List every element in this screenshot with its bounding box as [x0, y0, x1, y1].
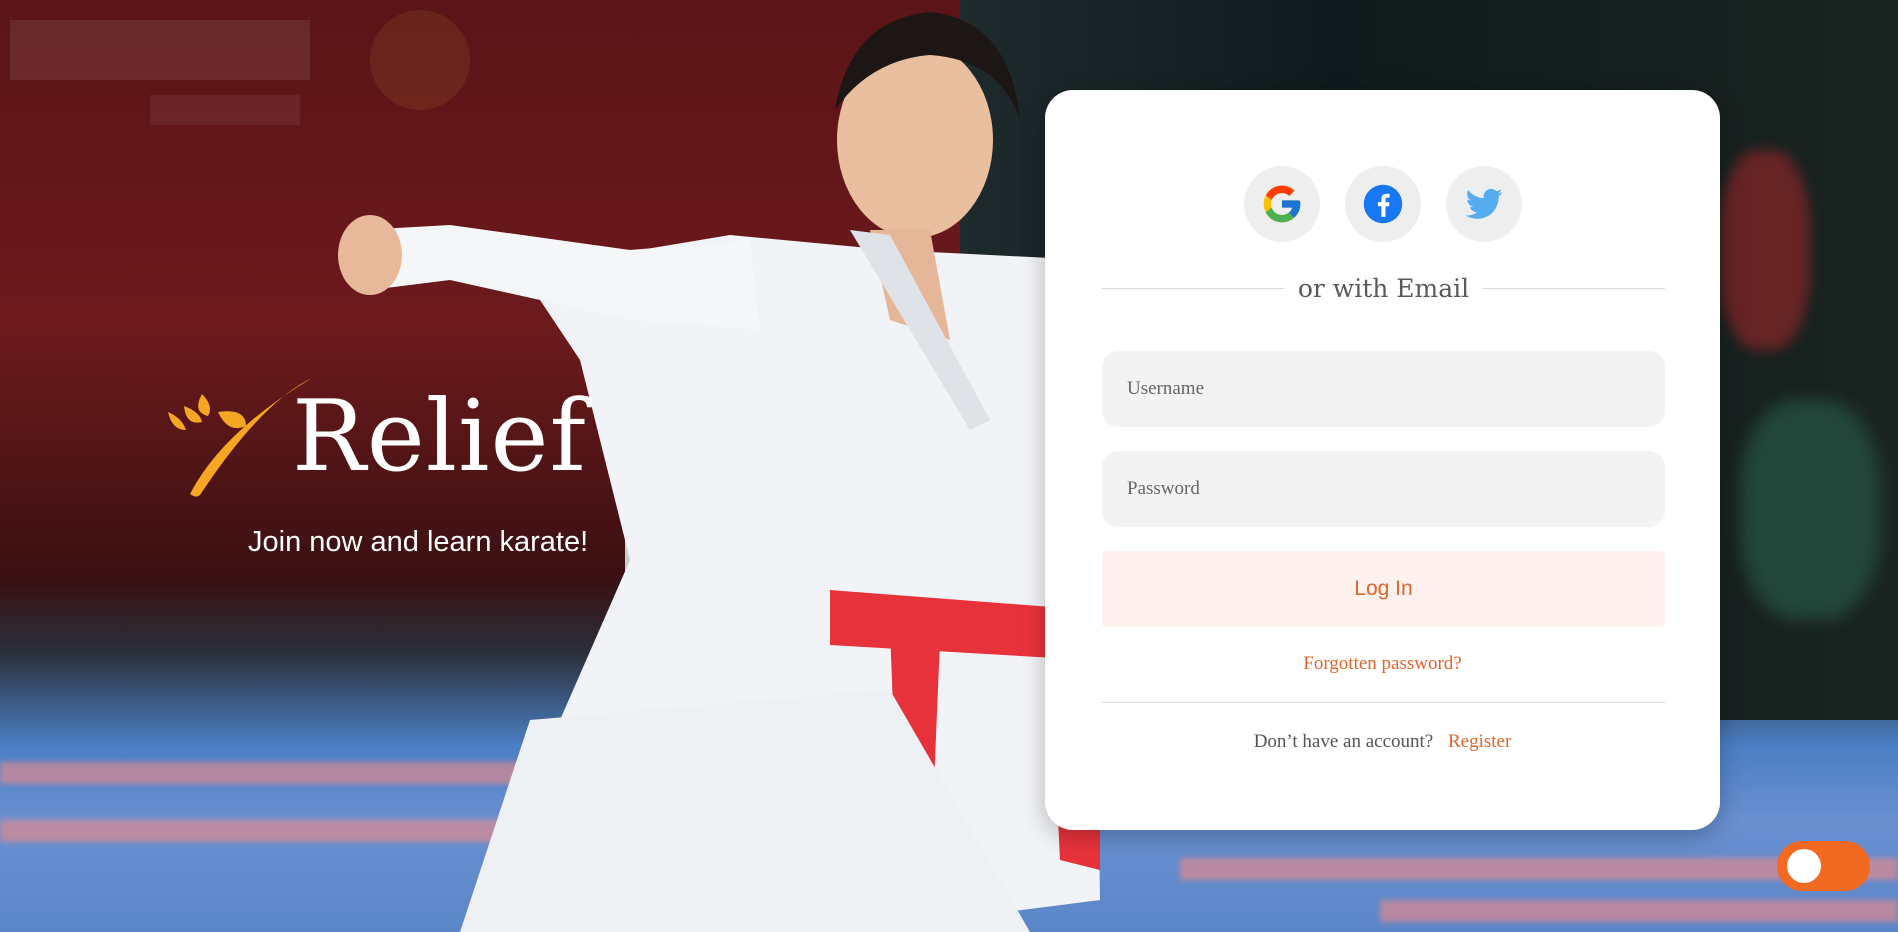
card-divider — [1102, 702, 1665, 703]
twitter-login-button[interactable] — [1446, 166, 1522, 242]
google-login-button[interactable] — [1244, 166, 1320, 242]
username-input[interactable] — [1102, 351, 1665, 427]
arena-blur-red — [1720, 150, 1810, 350]
arena-blur-green — [1740, 400, 1880, 620]
register-link[interactable]: Register — [1448, 731, 1511, 752]
google-icon — [1263, 185, 1301, 223]
twitter-icon — [1465, 188, 1503, 219]
brand-name: Relief — [292, 380, 587, 494]
brand-logo: Relief — [162, 368, 622, 508]
forgot-password-link[interactable]: Forgotten password? — [1045, 653, 1720, 675]
login-card: or with Email Log In Forgotten password?… — [1045, 90, 1720, 830]
theme-toggle[interactable] — [1777, 841, 1870, 891]
register-row: Don’t have an account? Register — [1045, 731, 1720, 753]
divider-text: or with Email — [1297, 273, 1470, 303]
facebook-icon — [1363, 184, 1403, 224]
facebook-login-button[interactable] — [1345, 166, 1421, 242]
email-divider: or with Email — [1102, 268, 1666, 308]
password-input[interactable] — [1102, 451, 1665, 527]
no-account-text: Don’t have an account? — [1253, 731, 1434, 752]
divider-line-left — [1102, 287, 1284, 289]
login-button[interactable]: Log In — [1102, 551, 1665, 627]
toggle-knob — [1787, 849, 1821, 883]
hero-tagline: Join now and learn karate! — [248, 526, 589, 558]
divider-line-right — [1483, 287, 1666, 289]
social-login-group — [1045, 166, 1720, 242]
